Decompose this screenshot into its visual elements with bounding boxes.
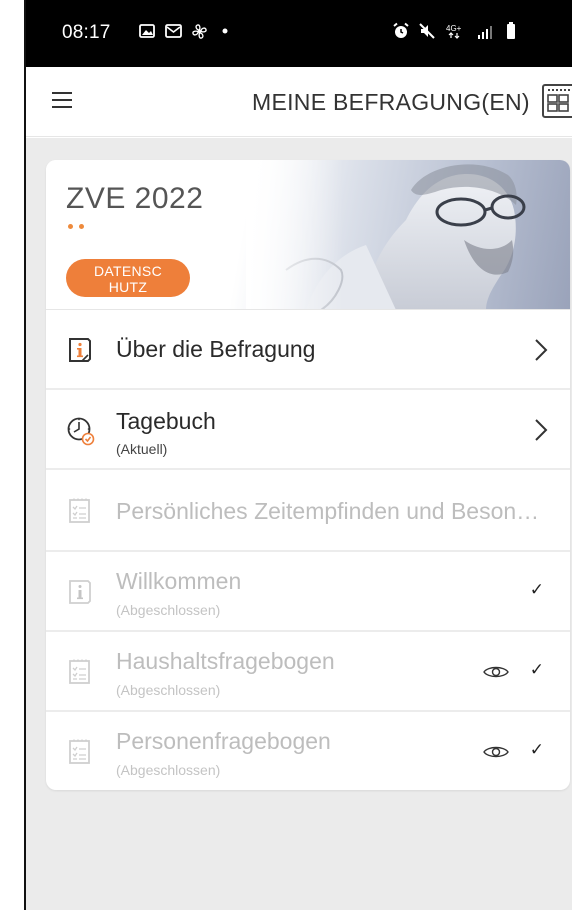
list-item-welcome[interactable]: Willkommen (Abgeschlossen) ✓ [46, 552, 570, 632]
survey-card: ZVE 2022 DATENSC HUTZ Über die Befragung… [46, 160, 570, 790]
list-item-title: Persönliches Zeitempfinden und Beson… [116, 498, 540, 524]
chevron-right-icon [535, 419, 548, 441]
screen-edge [0, 0, 26, 910]
gallery-icon [138, 22, 156, 40]
list-item-household-questionnaire[interactable]: Haushaltsfragebogen (Abgeschlossen) ✓ [46, 632, 570, 712]
list-item-title: Tagebuch [116, 408, 216, 434]
alarm-icon [392, 22, 410, 40]
status-icons-right: 4G+ [392, 22, 520, 40]
fan-icon [190, 22, 208, 40]
status-icons-left [138, 22, 234, 40]
list-item-title: Willkommen [116, 568, 242, 594]
eye-icon[interactable] [482, 664, 510, 680]
dot-icon [216, 22, 234, 40]
survey-dots [68, 224, 84, 229]
list-item-time-perception: Persönliches Zeitempfinden und Beson… [46, 470, 570, 552]
check-icon: ✓ [529, 580, 544, 599]
survey-header-photo [246, 160, 570, 309]
clock-icon [67, 417, 95, 446]
checklist-icon [69, 739, 90, 764]
list-item-subtitle: (Abgeschlossen) [116, 762, 221, 778]
privacy-badge-line2: HUTZ [108, 279, 148, 295]
signal-icon [476, 22, 494, 40]
list-item-title: Personenfragebogen [116, 728, 331, 754]
mute-icon [418, 22, 436, 40]
checklist-icon [69, 498, 90, 523]
check-icon: ✓ [529, 740, 544, 759]
list-item-title: Haushaltsfragebogen [116, 648, 335, 674]
info-icon [69, 338, 91, 362]
mail-icon [164, 22, 182, 40]
list-item-about-survey[interactable]: Über die Befragung [46, 310, 570, 390]
survey-title: ZVE 2022 [66, 182, 204, 215]
app-bar: MEINE BEFRAGUNG(EN) [26, 67, 572, 137]
menu-icon[interactable] [52, 92, 76, 112]
4g-icon: 4G+ [444, 22, 468, 40]
network-label: 4G+ [446, 24, 462, 33]
check-icon: ✓ [529, 660, 544, 679]
info-icon [69, 580, 91, 604]
list-item-subtitle: (Aktuell) [116, 441, 168, 457]
chevron-right-icon [535, 339, 548, 361]
eye-icon[interactable] [482, 744, 510, 760]
page-title: MEINE BEFRAGUNG(EN) [252, 89, 530, 115]
survey-header[interactable]: ZVE 2022 DATENSC HUTZ [46, 160, 570, 310]
list-item-subtitle: (Abgeschlossen) [116, 682, 221, 698]
list-item-diary[interactable]: Tagebuch (Aktuell) [46, 390, 570, 470]
device-screen: 08:17 4G+ MEINE BEFRAGUNG(EN) ZVE 2022 D… [0, 0, 572, 910]
list-item-person-questionnaire[interactable]: Personenfragebogen (Abgeschlossen) ✓ [46, 712, 570, 790]
calendar-icon[interactable] [542, 84, 572, 118]
list-item-title: Über die Befragung [116, 336, 316, 362]
status-bar: 08:17 4G+ [26, 0, 572, 67]
list-item-subtitle: (Abgeschlossen) [116, 602, 221, 618]
privacy-badge[interactable]: DATENSC HUTZ [66, 259, 190, 297]
checklist-icon [69, 659, 90, 684]
status-time: 08:17 [62, 22, 111, 43]
privacy-badge-line1: DATENSC [94, 263, 162, 279]
content-area: ZVE 2022 DATENSC HUTZ Über die Befragung… [26, 138, 572, 910]
battery-icon [502, 22, 520, 40]
